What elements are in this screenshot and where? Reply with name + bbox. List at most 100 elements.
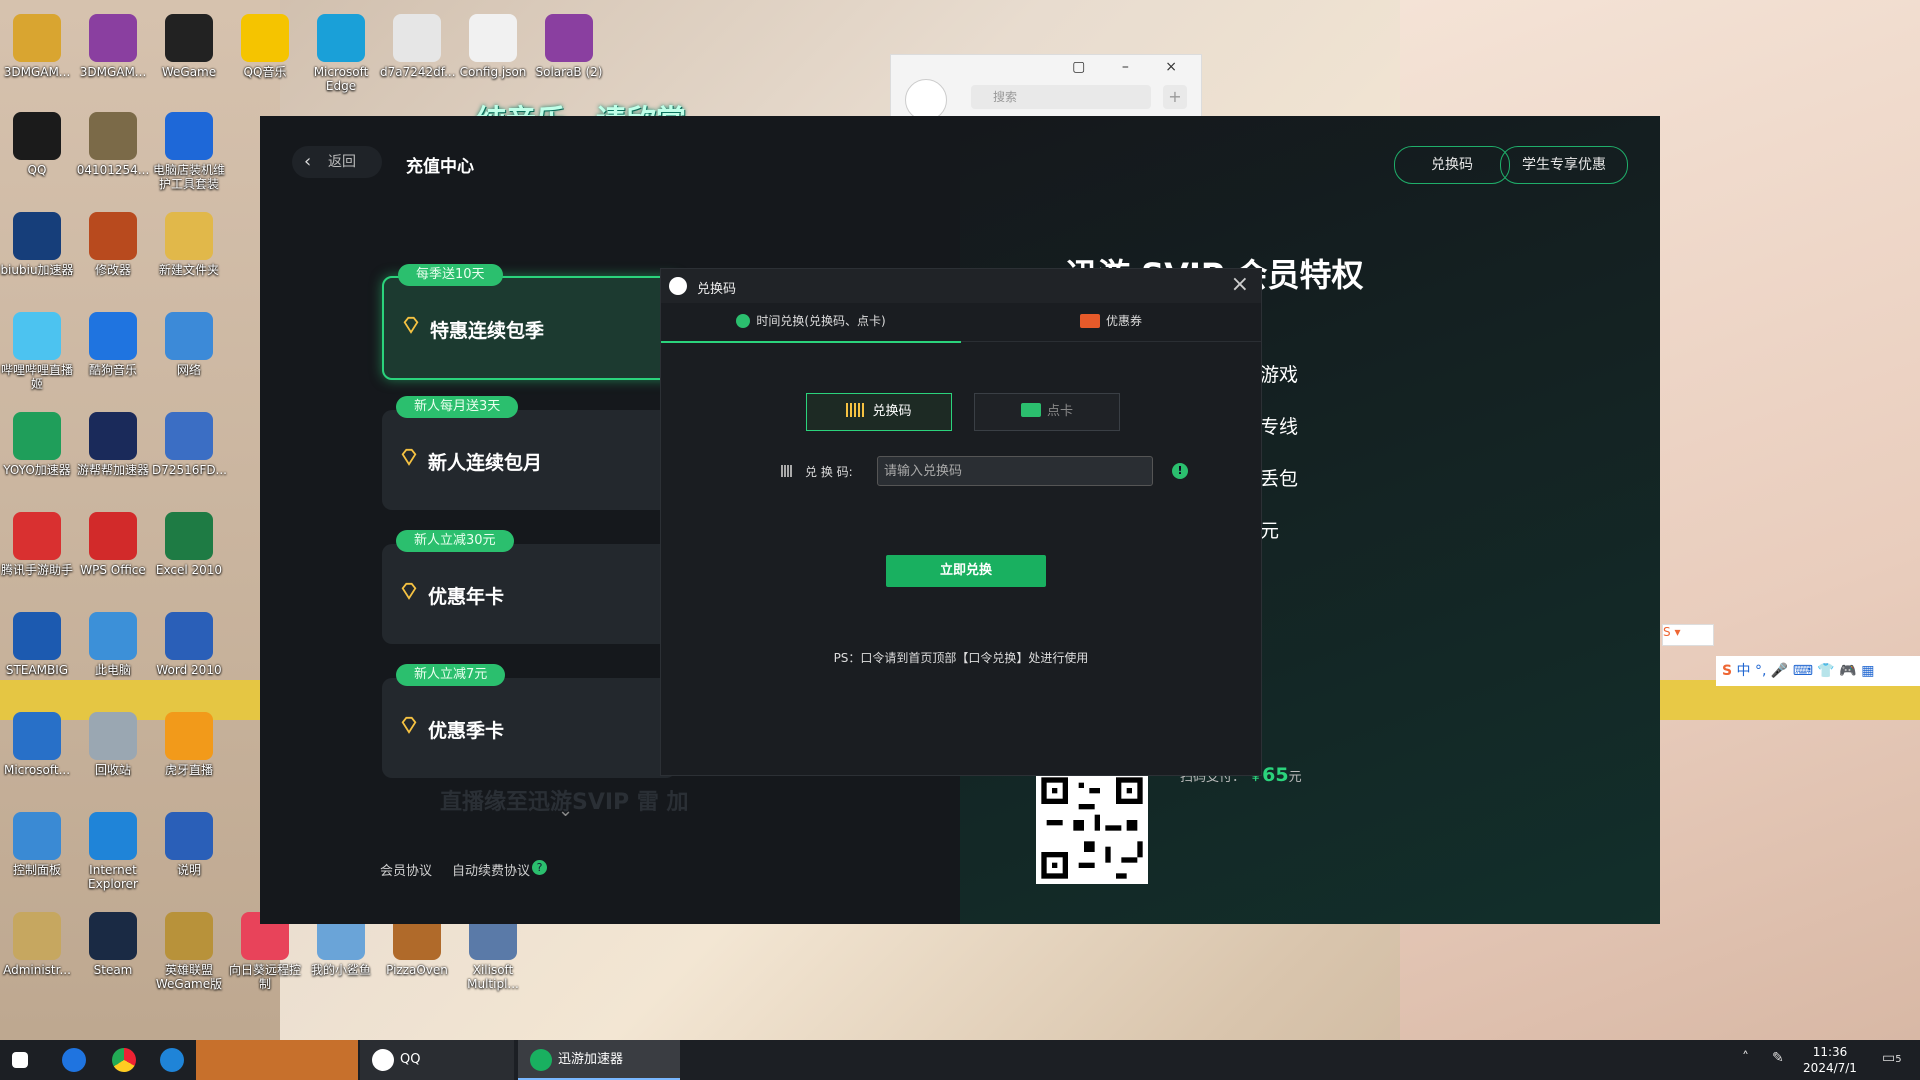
desktop-icon[interactable]: Steam (76, 908, 150, 977)
taskbar-app-orange[interactable] (196, 1040, 358, 1080)
desktop-icon[interactable]: 腾讯手游助手 (0, 508, 74, 577)
desktop-icon[interactable]: QQ音乐 (228, 10, 302, 79)
diamond-icon (401, 716, 417, 734)
desktop-icon[interactable]: 3DMGAM... (0, 10, 74, 79)
back-button[interactable]: ‹ 返回 (292, 146, 382, 178)
subtab-point-card[interactable]: 点卡 (974, 393, 1120, 431)
app-icon (165, 412, 213, 460)
taskbar-xunyou[interactable]: 迅游加速器 (518, 1040, 680, 1080)
package-card-monthly-new[interactable]: 新人每月送3天 新人连续包月 (382, 396, 676, 510)
chevron-down-icon[interactable]: ⌄ (558, 800, 573, 821)
desktop-icon[interactable]: 回收站 (76, 708, 150, 777)
desktop-icon[interactable]: WeGame (152, 10, 226, 79)
close-icon[interactable]: × (1231, 272, 1249, 297)
desktop-icon[interactable]: 虎牙直播 (152, 708, 226, 777)
desktop-icon[interactable]: 英雄联盟WeGame版 (152, 908, 226, 991)
taskbar: QQ 迅游加速器 ˄ ✎ 11:36 2024/7/1 ▭5 (0, 1040, 1920, 1080)
redeem-code-button[interactable]: 兑换码 (1394, 146, 1510, 184)
desktop-icon-label: Internet Explorer (88, 863, 138, 891)
desktop-icon[interactable]: 新建文件夹 (152, 208, 226, 277)
desktop-icon-label: 游帮帮加速器 (76, 463, 149, 477)
desktop-icon-label: 说明 (176, 863, 201, 877)
student-offer-button[interactable]: 学生专享优惠 (1500, 146, 1628, 184)
subtab-label: 兑换码 (872, 404, 912, 419)
kugou-taskbar-icon[interactable] (62, 1048, 86, 1072)
info-icon[interactable]: ! (1172, 463, 1188, 479)
pen-icon[interactable]: ✎ (1772, 1050, 1784, 1066)
app-icon (89, 212, 137, 260)
app-icon (13, 14, 61, 62)
clock[interactable]: 11:36 2024/7/1 (1800, 1044, 1860, 1076)
windows-start-icon[interactable] (12, 1052, 28, 1068)
desktop-icon-label: 哔哩哔哩直播姬 (0, 363, 73, 391)
desktop-icon-label: 04101254... (76, 163, 150, 177)
desktop-icon[interactable]: 04101254... (76, 108, 150, 177)
app-icon (165, 612, 213, 660)
qq-avatar-icon[interactable] (905, 79, 947, 121)
desktop-icon[interactable]: 3DMGAM... (76, 10, 150, 79)
desktop-icon[interactable]: Config.json (456, 10, 530, 79)
redeem-now-button[interactable]: 立即兑换 (886, 555, 1046, 587)
ime-mini-toolbar[interactable]: S ▾ (1662, 624, 1714, 646)
benefit-item: 丢包 (1260, 468, 1299, 490)
desktop-icon[interactable]: 电脑店装机维护工具套装 (152, 108, 226, 191)
desktop-icon-label: Xilisoft Multipl... (467, 963, 519, 991)
page-title: 充值中心 (406, 157, 474, 177)
app-icon (89, 412, 137, 460)
desktop-icon[interactable]: Microsoft... (0, 708, 74, 777)
app-icon (13, 612, 61, 660)
app-icon (13, 812, 61, 860)
desktop-icon[interactable]: SolaraB (2) (532, 10, 606, 79)
desktop-icon[interactable]: 修改器 (76, 208, 150, 277)
notification-icon[interactable]: ▭5 (1882, 1050, 1902, 1066)
qq-search-input[interactable]: 搜索 (971, 85, 1151, 109)
desktop-icon[interactable]: biubiu加速器 (0, 208, 74, 277)
desktop-icon[interactable]: 控制面板 (0, 808, 74, 877)
app-icon (89, 312, 137, 360)
desktop-icon[interactable]: STEAMBIG (0, 608, 74, 677)
auto-renew-agreement-link[interactable]: 自动续费协议 (452, 860, 530, 879)
qq-window-controls[interactable]: ▢ – × (1072, 59, 1193, 75)
desktop-icon[interactable]: Excel 2010 (152, 508, 226, 577)
desktop-icon[interactable]: Internet Explorer (76, 808, 150, 891)
ticket-icon (1079, 314, 1100, 328)
desktop-icon[interactable]: YOYO加速器 (0, 408, 74, 477)
desktop-icon[interactable]: 哔哩哔哩直播姬 (0, 308, 74, 391)
desktop-icon-label: QQ (27, 163, 47, 177)
app-icon (165, 212, 213, 260)
desktop-icon[interactable]: Administr... (0, 908, 74, 977)
desktop-icon[interactable]: 网络 (152, 308, 226, 377)
desktop-icon[interactable]: Word 2010 (152, 608, 226, 677)
desktop-icon[interactable]: Microsoft Edge (304, 10, 378, 93)
desktop-icon[interactable]: 游帮帮加速器 (76, 408, 150, 477)
desktop-icon-label: 此电脑 (94, 663, 131, 677)
desktop-icon-label: WeGame (161, 65, 217, 79)
app-icon (89, 812, 137, 860)
ime-toolbar[interactable]: S 中 °, 🎤 ⌨ 👕 🎮 ▦ (1716, 656, 1920, 686)
desktop-icon[interactable]: d7a7242df... (380, 10, 456, 79)
qq-add-button[interactable]: + (1163, 85, 1187, 109)
tab-coupon[interactable]: 优惠券 (961, 303, 1261, 341)
help-icon[interactable]: ? (532, 860, 547, 875)
chevron-up-icon[interactable]: ˄ (1742, 1050, 1749, 1066)
subtab-redeem-code[interactable]: 兑换码 (806, 393, 952, 431)
taskbar-label: 迅游加速器 (558, 1052, 624, 1067)
package-card-annual[interactable]: 新人立减30元 优惠年卡 (382, 530, 676, 644)
desktop-icon[interactable]: QQ (0, 108, 74, 177)
dialog-tabs: 时间兑换(兑换码、点卡) 优惠券 (661, 303, 1261, 343)
package-name: 特惠连续包季 (430, 320, 545, 342)
app-icon (13, 912, 61, 960)
member-agreement-link[interactable]: 会员协议 (380, 860, 432, 879)
desktop-icon[interactable]: 说明 (152, 808, 226, 877)
desktop-icon[interactable]: WPS Office (76, 508, 150, 577)
redeem-code-input[interactable] (877, 456, 1153, 486)
desktop-icon[interactable]: 此电脑 (76, 608, 150, 677)
ie-icon[interactable] (160, 1048, 184, 1072)
package-card-quarterly-auto[interactable]: 每季送10天 特惠连续包季 (382, 264, 680, 380)
chrome-icon[interactable] (112, 1048, 136, 1072)
taskbar-qq[interactable]: QQ (360, 1040, 514, 1080)
desktop-icon[interactable]: D72516FD... (152, 408, 227, 477)
tab-time-redeem[interactable]: 时间兑换(兑换码、点卡) (661, 303, 961, 343)
desktop-icon[interactable]: 酷狗音乐 (76, 308, 150, 377)
package-card-quarterly[interactable]: 新人立减7元 优惠季卡 (382, 664, 676, 778)
